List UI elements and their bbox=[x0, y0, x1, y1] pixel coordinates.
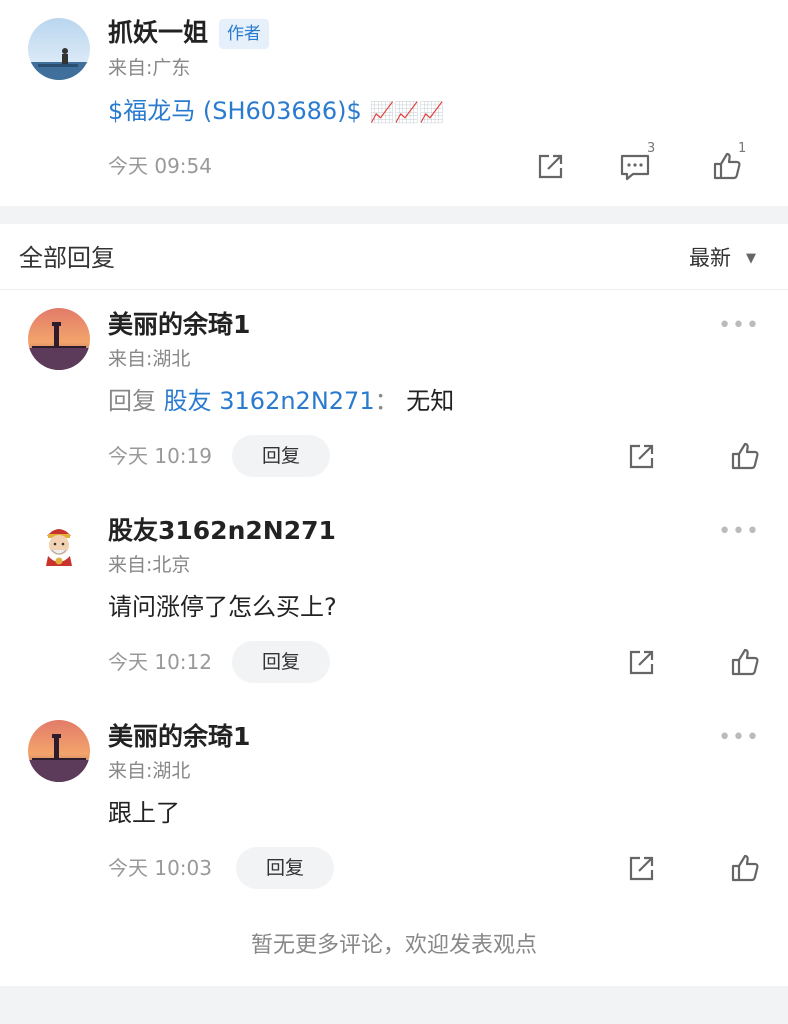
bottom-spacer bbox=[0, 986, 788, 1024]
post-author-location: 来自:广东 bbox=[108, 57, 191, 79]
post-time: 今天 09:54 bbox=[108, 154, 212, 178]
more-options-icon[interactable]: ••• bbox=[718, 521, 760, 543]
reply-author-name[interactable]: 美丽的余琦1 bbox=[108, 310, 250, 340]
post-card: 抓妖一姐 作者 来自:广东 $福龙马 (SH603686)$ 📈📈📈 今天 09… bbox=[0, 0, 788, 206]
all-replies-title: 全部回复 bbox=[19, 244, 115, 272]
section-divider bbox=[0, 206, 788, 224]
reply-time: 今天 10:12 bbox=[108, 650, 212, 674]
reply-author-avatar[interactable] bbox=[28, 308, 90, 370]
reply-author-avatar[interactable] bbox=[28, 514, 90, 576]
more-options-icon[interactable]: ••• bbox=[718, 315, 760, 337]
comment-icon[interactable] bbox=[619, 152, 651, 182]
reply-button[interactable]: 回复 bbox=[236, 847, 334, 889]
reply-author-name[interactable]: 美丽的余琦1 bbox=[108, 722, 250, 752]
post-content: $福龙马 (SH603686)$ 📈📈📈 bbox=[108, 96, 444, 127]
reply-author-location: 来自:湖北 bbox=[108, 348, 191, 370]
author-badge: 作者 bbox=[219, 19, 269, 49]
reply-author-location: 来自:湖北 bbox=[108, 760, 191, 782]
post-author-avatar[interactable] bbox=[28, 18, 90, 80]
chevron-down-icon[interactable]: ▼ bbox=[746, 249, 756, 269]
reply-time: 今天 10:03 bbox=[108, 856, 212, 880]
more-options-icon[interactable]: ••• bbox=[718, 727, 760, 749]
post-author-name[interactable]: 抓妖一姐 bbox=[108, 18, 208, 48]
reply-author-location: 来自:北京 bbox=[108, 554, 191, 576]
reply-text: 无知 bbox=[406, 387, 455, 415]
stock-link[interactable]: $福龙马 (SH603686)$ bbox=[108, 97, 362, 125]
share-icon[interactable] bbox=[535, 152, 565, 182]
comment-count: 3 bbox=[647, 141, 656, 156]
reply-time: 今天 10:19 bbox=[108, 444, 212, 468]
reply-content: 回复 股友 3162n2N271： 无知 bbox=[108, 386, 454, 416]
reply-author-name[interactable]: 股友3162n2N271 bbox=[108, 516, 336, 546]
like-icon[interactable] bbox=[729, 646, 761, 678]
sort-dropdown[interactable]: 最新 bbox=[689, 244, 731, 272]
like-icon[interactable] bbox=[729, 852, 761, 884]
reply-button[interactable]: 回复 bbox=[232, 435, 330, 477]
reply-prefix: 回复 bbox=[108, 387, 156, 415]
reply-to-user-link[interactable]: 股友 3162n2N271 bbox=[164, 387, 375, 415]
share-icon[interactable] bbox=[626, 648, 656, 678]
reply-separator: ： bbox=[374, 387, 399, 415]
reply-content: 跟上了 bbox=[108, 799, 180, 827]
share-icon[interactable] bbox=[626, 442, 656, 472]
like-icon[interactable] bbox=[729, 440, 761, 472]
reply-button[interactable]: 回复 bbox=[232, 641, 330, 683]
reply-content: 请问涨停了怎么买上? bbox=[108, 593, 337, 621]
replies-section: 全部回复 最新 ▼ 美丽的余琦1 来自:湖北 ••• 回复 股友 3162n2N… bbox=[0, 224, 788, 986]
reply-author-avatar[interactable] bbox=[28, 720, 90, 782]
header-divider bbox=[0, 289, 788, 290]
share-icon[interactable] bbox=[626, 854, 656, 884]
like-count: 1 bbox=[738, 141, 747, 156]
trend-emoji: 📈📈📈 bbox=[369, 100, 445, 124]
no-more-comments-note: 暂无更多评论，欢迎发表观点 bbox=[250, 933, 537, 958]
